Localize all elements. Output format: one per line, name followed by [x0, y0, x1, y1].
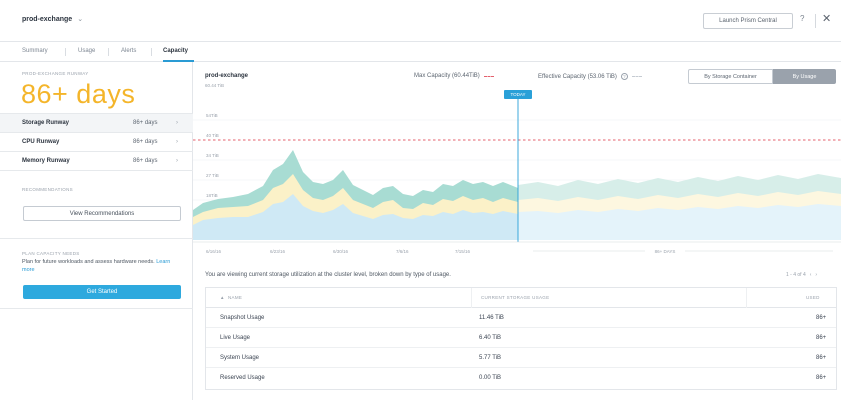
row-usage: 5.77 TiB [479, 355, 502, 361]
divider [0, 238, 193, 239]
column-usage-header[interactable]: CURRENT STORAGE USAGE [481, 295, 549, 300]
x-tick-label: 7/6/16 [396, 249, 409, 254]
viewing-description: You are viewing current storage utilizat… [205, 272, 451, 278]
tab-alerts[interactable]: Alerts [121, 48, 136, 54]
table-row[interactable]: System Usage 5.77 TiB 86+ [206, 348, 836, 368]
row-days: 86+ [816, 355, 827, 361]
y-tick-label: 27 TiB [206, 173, 219, 178]
chart-subtitle: 60.44 TiB [205, 83, 225, 88]
legend-max-capacity: Max Capacity (60.44TiB) [414, 73, 494, 79]
top-bar: prod-exchange ⌄ Launch Prism Central ? ✕ [0, 0, 841, 42]
legend-effective-label: Effective Capacity (53.06 TiB) [538, 73, 617, 80]
future-label: 86+ DAYS [655, 249, 676, 254]
cpu-runway-row[interactable]: CPU Runway 86+ days › [0, 132, 193, 151]
row-usage: 11.46 TiB [479, 315, 504, 321]
x-tick-label: 7/15/16 [455, 249, 471, 254]
question-icon[interactable]: ? [800, 14, 804, 23]
view-toggle: By Storage Container By Usage [688, 69, 836, 84]
chart-title: prod-exchange [205, 73, 249, 79]
y-tick-label: 34 TiB [206, 153, 219, 158]
launch-prism-central-button[interactable]: Launch Prism Central [703, 13, 793, 29]
plan-text: Plan for future workloads and assess har… [22, 259, 172, 274]
x-tick-label: 6/30/16 [333, 249, 349, 254]
row-usage: 6.40 TiB [479, 335, 502, 341]
plan-description: Plan for future workloads and assess har… [22, 259, 155, 265]
memory-runway-label: Memory Runway [22, 158, 70, 164]
chevron-right-icon: › [176, 120, 178, 126]
row-usage: 0.00 TiB [479, 375, 502, 381]
storage-runway-value: 86+ days [133, 120, 158, 126]
capacity-chart: 54TiB 40 TiB 34 TiB 27 TiB 18TiB 9TiB 0 … [193, 90, 841, 254]
row-days: 86+ [816, 315, 827, 321]
runway-panel: PROD-EXCHANGE RUNWAY 86+ days Storage Ru… [0, 62, 193, 400]
get-started-button[interactable]: Get Started [23, 285, 181, 299]
usage-table: ▲ NAME CURRENT STORAGE USAGE USED Snapsh… [205, 287, 837, 390]
sort-asc-icon[interactable]: ▲ [220, 295, 225, 300]
by-storage-container-button[interactable]: By Storage Container [688, 69, 773, 84]
tab-summary[interactable]: Summary [22, 48, 48, 54]
row-name: Reserved Usage [220, 375, 265, 381]
tab-capacity[interactable]: Capacity [163, 48, 188, 54]
plan-heading: PLAN CAPACITY NEEDS [22, 251, 80, 256]
column-separator [471, 288, 472, 308]
runway-days: 86+ days [21, 79, 136, 109]
divider [815, 14, 816, 28]
chevron-right-icon[interactable]: › [815, 272, 817, 278]
table-header: ▲ NAME CURRENT STORAGE USAGE USED [206, 288, 836, 308]
divider [0, 308, 193, 309]
chevron-left-icon[interactable]: ‹ [810, 272, 812, 278]
cpu-runway-value: 86+ days [133, 139, 158, 145]
table-row[interactable]: Live Usage 6.40 TiB 86+ [206, 328, 836, 348]
cluster-name: prod-exchange [22, 15, 73, 23]
tab-usage[interactable]: Usage [78, 48, 95, 54]
legend-max-label: Max Capacity (60.44TiB) [414, 73, 480, 79]
today-label: TODAY [510, 92, 525, 97]
row-days: 86+ [816, 335, 827, 341]
tab-separator [151, 48, 152, 56]
column-name-header[interactable]: NAME [228, 295, 242, 300]
cpu-runway-label: CPU Runway [22, 139, 60, 145]
row-name: Snapshot Usage [220, 315, 265, 321]
by-usage-button[interactable]: By Usage [773, 69, 836, 84]
row-days: 86+ [816, 375, 827, 381]
memory-runway-row[interactable]: Memory Runway 86+ days › [0, 151, 193, 170]
runway-heading: PROD-EXCHANGE RUNWAY [22, 71, 89, 76]
pager-count: 1 - 4 of 4 [786, 272, 806, 278]
cluster-selector[interactable]: prod-exchange ⌄ [22, 15, 84, 24]
tab-bar: Summary Usage Alerts Capacity [0, 42, 841, 62]
view-recommendations-button[interactable]: View Recommendations [23, 206, 181, 221]
storage-runway-label: Storage Runway [22, 120, 70, 126]
y-tick-label: 54TiB [206, 113, 218, 118]
x-tick-label: 6/23/16 [270, 249, 286, 254]
chevron-right-icon: › [176, 158, 178, 164]
memory-runway-value: 86+ days [133, 158, 158, 164]
y-tick-label: 40 TiB [206, 133, 219, 138]
tab-separator [65, 48, 66, 56]
tab-separator [108, 48, 109, 56]
table-row[interactable]: Snapshot Usage 11.46 TiB 86+ [206, 308, 836, 328]
table-row[interactable]: Reserved Usage 0.00 TiB 86+ [206, 368, 836, 388]
info-icon[interactable]: ? [620, 73, 628, 80]
recommendations-heading: RECOMMENDATIONS [22, 187, 73, 192]
row-name: System Usage [220, 355, 260, 361]
close-icon[interactable]: ✕ [822, 12, 831, 25]
storage-runway-row[interactable]: Storage Runway 86+ days › [0, 113, 193, 132]
chevron-down-icon: ⌄ [77, 16, 84, 23]
y-tick-label: 18TiB [206, 193, 218, 198]
pagination: 1 - 4 of 4 ‹ › [786, 272, 817, 278]
column-days-header[interactable]: USED [806, 295, 820, 300]
row-name: Live Usage [220, 335, 251, 341]
x-tick-label: 6/16/16 [206, 249, 222, 254]
column-separator [746, 288, 747, 308]
legend-effective-capacity: Effective Capacity (53.06 TiB) ? [538, 73, 642, 80]
legend-effective-swatch [631, 76, 642, 77]
chevron-right-icon: › [176, 139, 178, 145]
divider [0, 170, 193, 171]
legend-max-swatch [483, 75, 494, 77]
